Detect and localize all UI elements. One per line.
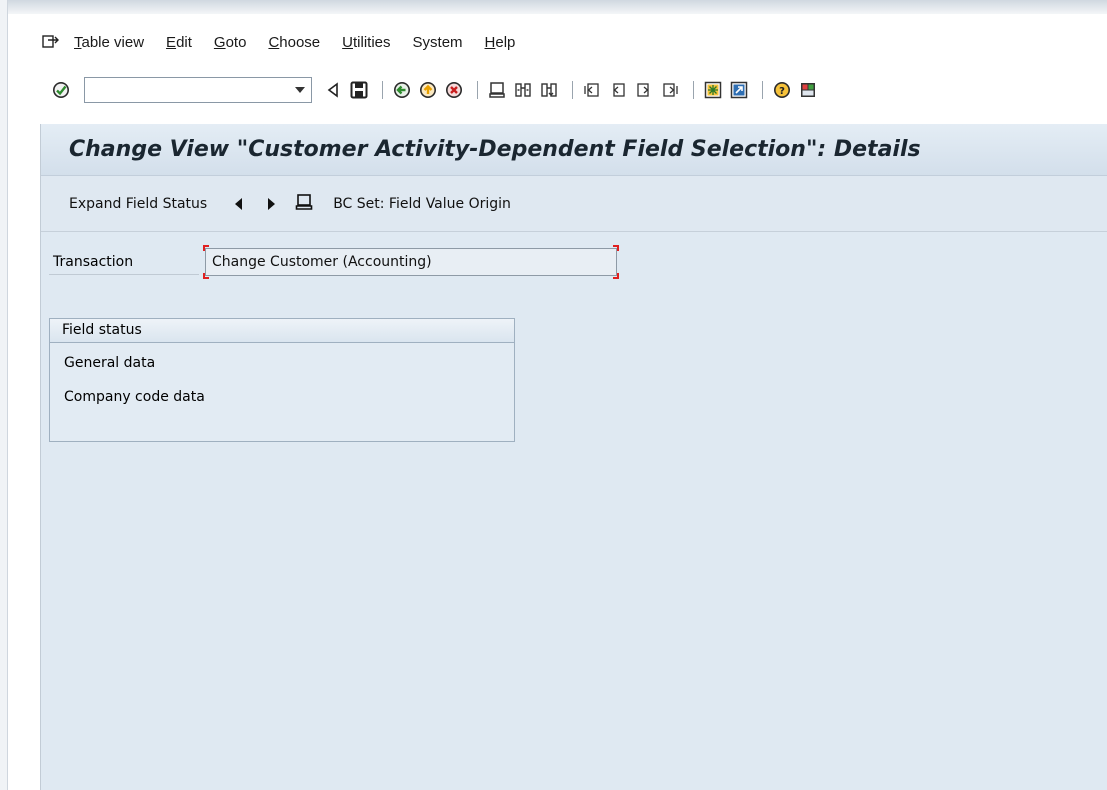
standard-toolbar: ? — [50, 72, 823, 108]
menu-goto-label: oto — [225, 33, 247, 51]
application-toolbar: Expand Field Status BC Set: Field Value … — [41, 176, 1107, 232]
menu-edit-mnemonic: E — [166, 33, 177, 51]
menu-help-mnemonic: H — [484, 33, 496, 51]
required-marker — [203, 245, 209, 251]
exit-icon[interactable] — [417, 79, 439, 101]
menu-choose[interactable]: Choose — [268, 34, 320, 51]
bc-set-field-value-origin-button[interactable]: BC Set: Field Value Origin — [333, 196, 511, 212]
menu-toggle-icon[interactable] — [40, 33, 62, 51]
toolbar-separator — [477, 81, 478, 99]
svg-text:?: ? — [779, 86, 785, 97]
menu-utilities-label: tilities — [353, 33, 391, 51]
menu-help-label: elp — [495, 33, 516, 51]
transaction-field[interactable]: Change Customer (Accounting) — [203, 245, 619, 279]
page-title: Change View "Customer Activity-Dependent… — [69, 137, 921, 162]
menu-system-label: System — [412, 33, 463, 51]
print-icon[interactable] — [486, 79, 508, 101]
previous-entry-icon[interactable] — [235, 197, 243, 210]
previous-page-icon[interactable] — [607, 79, 629, 101]
back-icon[interactable] — [391, 79, 413, 101]
required-marker — [613, 273, 619, 279]
menu-choose-label: hoose — [279, 33, 321, 51]
transaction-row: Transaction Change Customer (Accounting) — [49, 245, 619, 279]
create-session-icon[interactable] — [702, 79, 724, 101]
window-top-edge — [0, 0, 1107, 14]
cancel-icon[interactable] — [443, 79, 465, 101]
last-page-icon[interactable] — [659, 79, 681, 101]
toolbar-separator — [693, 81, 694, 99]
field-status-group: Field status General data Company code d… — [49, 318, 515, 442]
menu-table-view-mnemonic: T — [74, 33, 82, 51]
toolbar-separator — [572, 81, 573, 99]
menu-utilities-mnemonic: U — [342, 33, 353, 51]
menu-edit[interactable]: Edit — [166, 34, 192, 51]
print-icon[interactable] — [295, 193, 313, 215]
field-status-company-code-data[interactable]: Company code data — [50, 379, 514, 415]
transaction-label: Transaction — [49, 249, 199, 275]
field-status-general-data[interactable]: General data — [50, 347, 514, 379]
menu-goto-mnemonic: G — [213, 33, 226, 51]
menu-edit-label: dit — [176, 33, 192, 51]
toolbar-separator — [762, 81, 763, 99]
help-icon[interactable]: ? — [771, 79, 793, 101]
menu-bar: Table view Edit Goto Choose Utilities Sy… — [40, 28, 537, 56]
layout-menu-icon[interactable] — [797, 79, 819, 101]
command-input[interactable] — [85, 78, 285, 102]
chevron-down-icon[interactable] — [295, 87, 305, 93]
menu-choose-mnemonic: C — [268, 33, 280, 51]
main-area: Change View "Customer Activity-Dependent… — [40, 124, 1107, 790]
title-bar: Change View "Customer Activity-Dependent… — [41, 124, 1107, 176]
command-field[interactable] — [84, 77, 312, 103]
menu-table-view-label: able view — [81, 33, 145, 51]
find-next-icon[interactable] — [538, 79, 560, 101]
menu-utilities[interactable]: Utilities — [342, 34, 390, 51]
transaction-value: Change Customer (Accounting) — [212, 254, 432, 270]
next-page-icon[interactable] — [633, 79, 655, 101]
toolbar-separator — [382, 81, 383, 99]
menu-goto[interactable]: Goto — [214, 34, 247, 51]
shortcut-icon[interactable] — [728, 79, 750, 101]
first-page-icon[interactable] — [581, 79, 603, 101]
menu-help[interactable]: Help — [485, 34, 516, 51]
enter-icon[interactable] — [50, 79, 72, 101]
expand-field-status-button[interactable]: Expand Field Status — [69, 196, 207, 212]
required-marker — [613, 245, 619, 251]
save-icon[interactable] — [348, 79, 370, 101]
find-icon[interactable] — [512, 79, 534, 101]
menu-system[interactable]: System — [413, 34, 463, 51]
next-entry-icon[interactable] — [268, 197, 276, 210]
window-left-edge — [0, 0, 8, 790]
required-marker — [203, 273, 209, 279]
menu-table-view[interactable]: Table view — [74, 34, 144, 51]
back-triangle-icon[interactable] — [322, 79, 344, 101]
field-status-title: Field status — [50, 319, 514, 343]
